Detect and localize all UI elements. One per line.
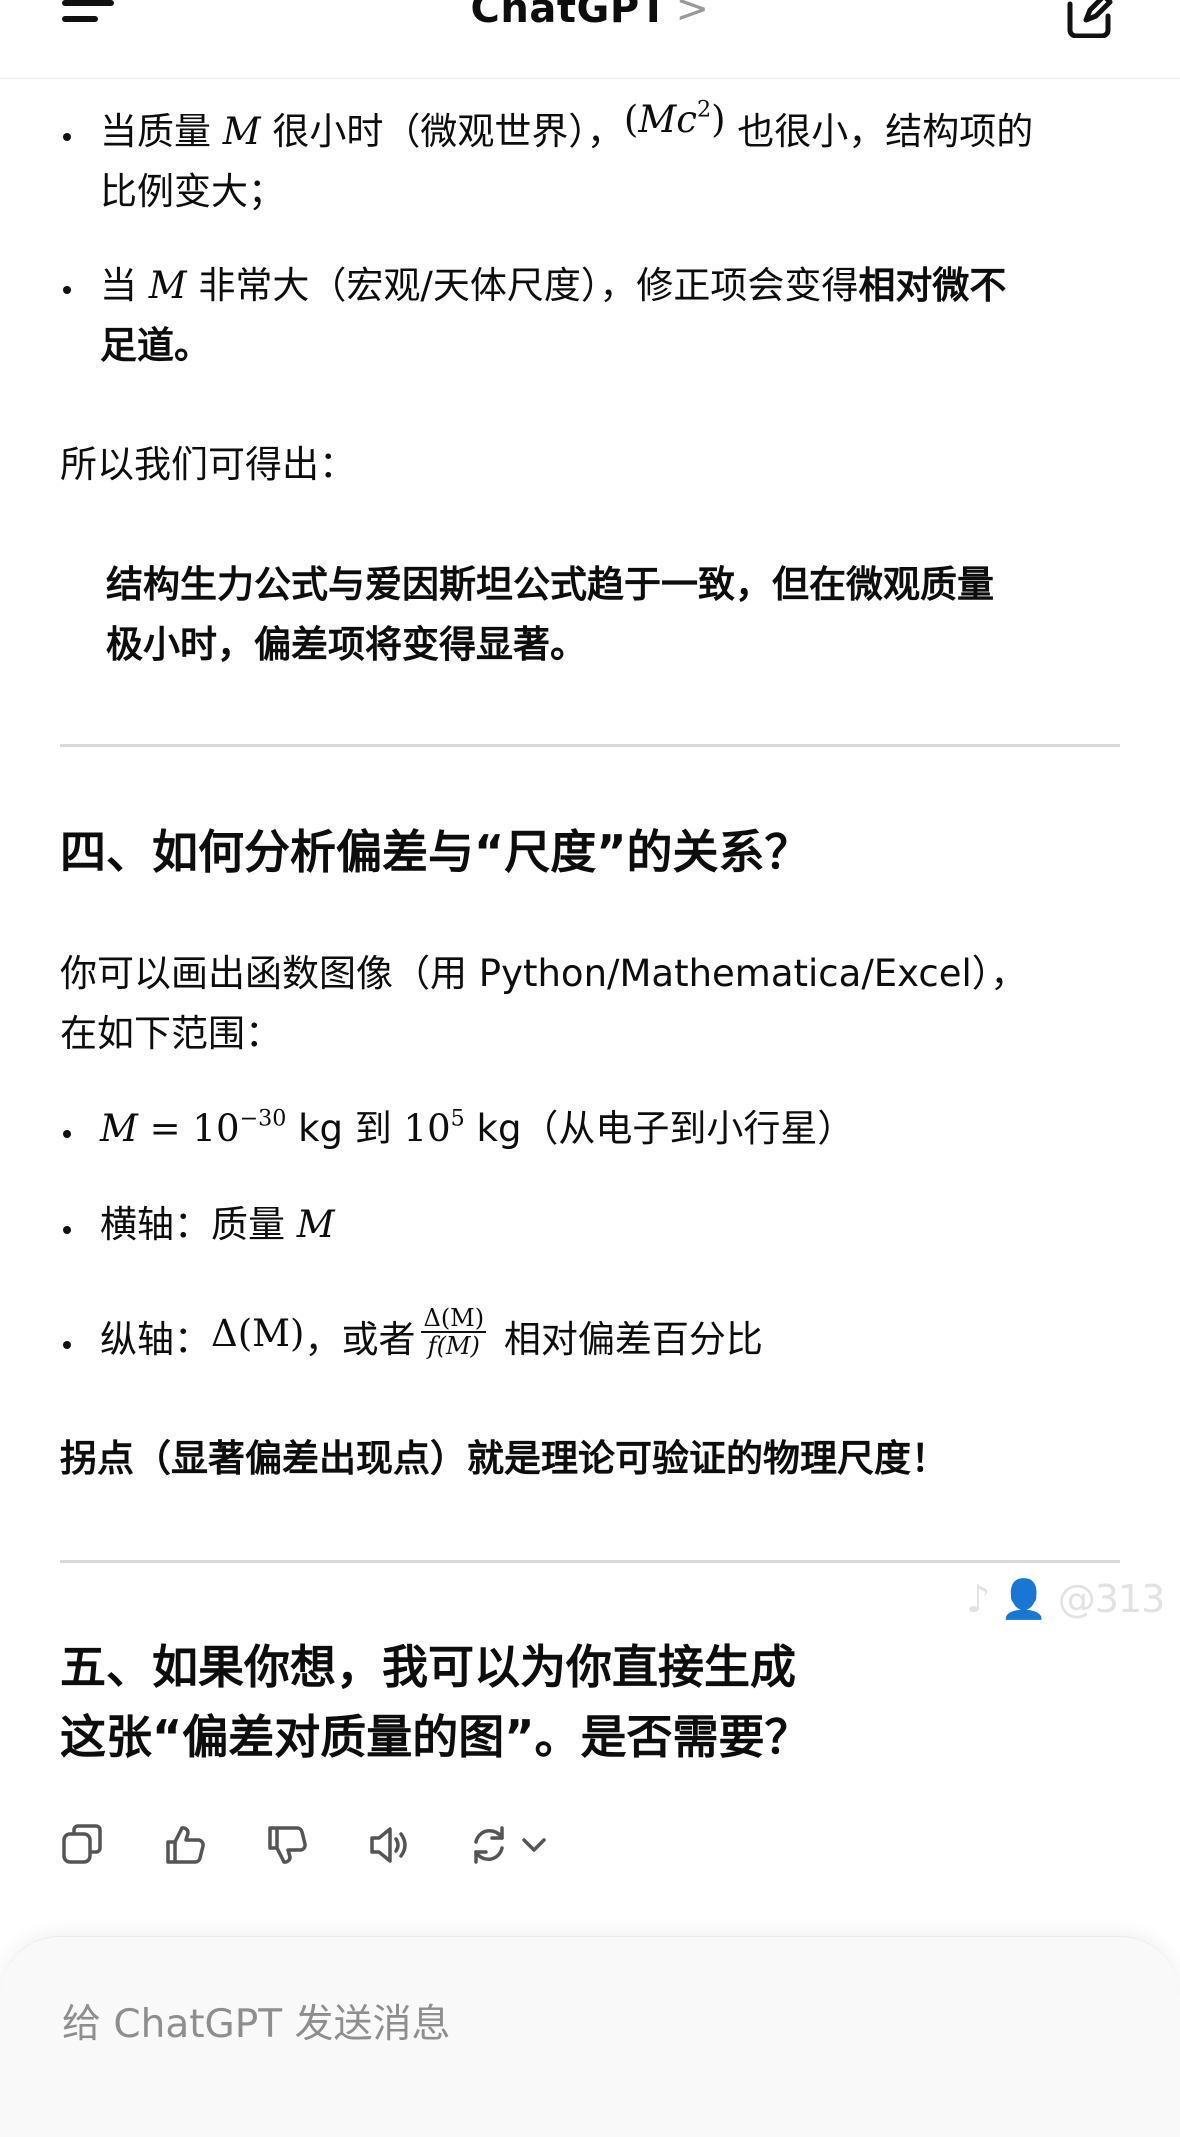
math-eq: = 10 xyxy=(137,1107,240,1150)
app-title: ChatGPT xyxy=(470,0,668,32)
section4-text-line2: 在如下范围： xyxy=(60,1012,282,1055)
bullet-small-mass: 当质量 M 很小时（微观世界），(Mc2) 也很小，结构项的 xyxy=(100,98,1034,162)
read-aloud-icon[interactable] xyxy=(366,1822,412,1868)
math-mc2: (Mc2) xyxy=(623,96,726,141)
bullet-large-mass: 当 M 非常大（宏观/天体尺度），修正项会变得相对微不 xyxy=(100,256,1006,316)
text: 很小时（微观世界）， xyxy=(260,110,624,153)
math-exponent: 5 xyxy=(450,1105,465,1132)
bullet-small-mass-line2: 比例变大； xyxy=(100,170,285,213)
divider xyxy=(60,1560,1120,1563)
text: kg（从电子到小行星） xyxy=(464,1107,855,1150)
bullet-y-axis: 纵轴：Δ(M)，或者 Δ(M) f(M) 相对偏差百分比 xyxy=(100,1305,763,1370)
model-selector[interactable]: ChatGPT > xyxy=(0,0,1180,32)
math-exponent: −30 xyxy=(239,1105,287,1132)
conclusion-quote-line1: 结构生力公式与爱因斯坦公式趋于一致，但在微观质量 xyxy=(106,563,994,606)
bullet-x-axis: 横轴：质量 M xyxy=(100,1195,335,1255)
new-chat-edit-icon[interactable] xyxy=(1064,0,1114,39)
bold-text: 相对微不 xyxy=(858,264,1007,307)
bullet-mass-range: M = 10−30 kg 到 105 kg（从电子到小行星） xyxy=(100,1099,854,1159)
text: 横轴：质量 xyxy=(100,1203,297,1246)
section5-heading-line2: 这张“偏差对质量的图”。是否需要？ xyxy=(60,1710,811,1764)
bullet-dot xyxy=(63,1226,71,1234)
math-fraction: Δ(M) f(M) xyxy=(421,1303,487,1360)
text: 当质量 xyxy=(100,110,223,153)
bullet-dot xyxy=(63,286,71,294)
section4-text-line1: 你可以画出函数图像（用 Python/Mathematica/Excel）， xyxy=(60,952,1028,995)
math-m: M xyxy=(296,1203,335,1246)
math-delta: Δ(M) xyxy=(211,1312,305,1355)
divider xyxy=(60,744,1120,747)
inflection-note: 拐点（显著偏差出现点）就是理论可验证的物理尺度！ xyxy=(60,1437,948,1480)
text: 相对偏差百分比 xyxy=(492,1318,763,1361)
text: 纵轴： xyxy=(100,1318,211,1361)
thumbs-down-icon[interactable] xyxy=(264,1822,310,1868)
bullet-dot xyxy=(63,1341,71,1349)
conclusion-intro: 所以我们可得出： xyxy=(60,443,356,486)
bullet-large-mass-line2: 足道。 xyxy=(100,324,211,367)
text: 当 xyxy=(100,264,149,307)
watermark: ♪ 👤 @313 xyxy=(966,1577,1165,1621)
bullet-dot xyxy=(63,1130,71,1138)
regenerate-icon[interactable] xyxy=(468,1822,558,1868)
section5-heading-line1: 五、如果你想，我可以为你直接生成 xyxy=(60,1640,796,1694)
math-m: M xyxy=(222,110,261,153)
message-composer[interactable]: 给 ChatGPT 发送消息 xyxy=(0,1936,1180,2137)
math-m: M xyxy=(148,264,187,307)
text: kg 到 xyxy=(286,1107,404,1150)
text: 也很小，结构项的 xyxy=(725,110,1034,153)
conclusion-quote-line2: 极小时，偏差项将变得显著。 xyxy=(106,623,587,666)
math-base: 10 xyxy=(403,1107,451,1150)
copy-icon[interactable] xyxy=(60,1822,106,1868)
message-input[interactable]: 给 ChatGPT 发送消息 xyxy=(62,1993,451,2049)
top-bar: ChatGPT > xyxy=(0,0,1180,79)
math-m: M xyxy=(100,1107,138,1150)
section4-heading: 四、如何分析偏差与“尺度”的关系？ xyxy=(60,825,811,879)
text: ，或者 xyxy=(304,1318,416,1361)
chevron-right-icon: > xyxy=(675,0,710,32)
thumbs-up-icon[interactable] xyxy=(162,1822,208,1868)
text: 非常大（宏观/天体尺度），修正项会变得 xyxy=(186,264,859,307)
bullet-dot xyxy=(63,133,71,141)
